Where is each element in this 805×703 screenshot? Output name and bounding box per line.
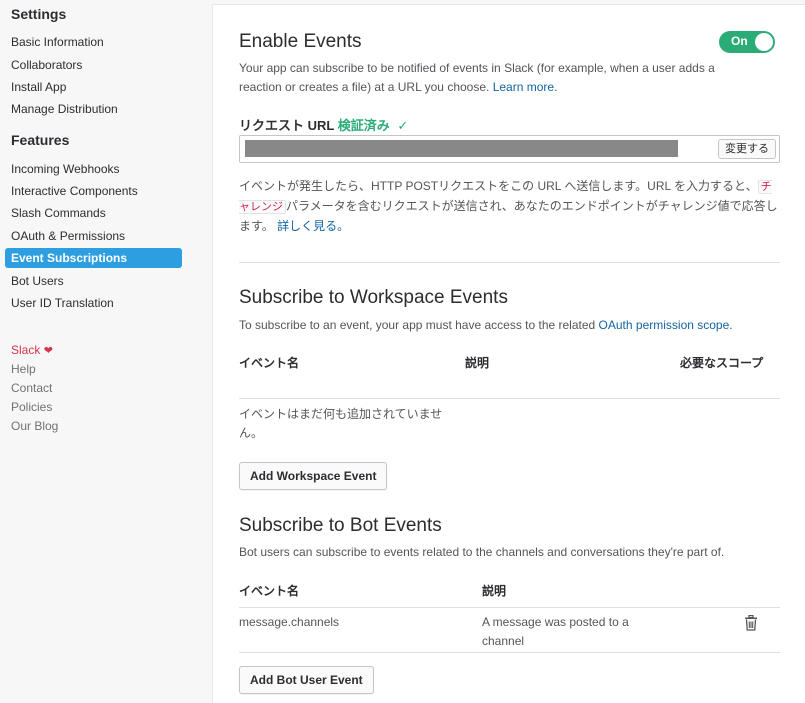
toggle-label: On bbox=[731, 34, 748, 48]
workspace-col-required-scope: 必要なスコープ bbox=[680, 356, 764, 370]
bot-col-event-name: イベント名 bbox=[239, 584, 300, 598]
check-icon: ✓ bbox=[397, 118, 409, 133]
sidebar-item-bot-users[interactable]: Bot Users bbox=[5, 271, 182, 291]
workspace-events-title: Subscribe to Workspace Events bbox=[239, 287, 508, 308]
sidebar-item-interactive-components[interactable]: Interactive Components bbox=[5, 181, 182, 201]
workspace-events-empty-message: イベントはまだ何も追加されていません。 bbox=[239, 407, 443, 440]
footer-link-policies[interactable]: Policies bbox=[11, 400, 52, 414]
request-url-label-text: リクエスト URL bbox=[239, 118, 335, 133]
bot-events-title: Subscribe to Bot Events bbox=[239, 515, 442, 536]
sidebar-item-user-id-translation[interactable]: User ID Translation bbox=[5, 293, 182, 313]
bot-col-description: 説明 bbox=[482, 584, 507, 598]
sidebar-item-manage-distribution[interactable]: Manage Distribution bbox=[5, 99, 182, 119]
enable-events-description: Your app can subscribe to be notified of… bbox=[239, 59, 759, 97]
bot-event-description: A message was posted to a channel bbox=[482, 615, 629, 648]
workspace-events-description: To subscribe to an event, your app must … bbox=[239, 316, 779, 335]
add-bot-user-event-button[interactable]: Add Bot User Event bbox=[239, 666, 374, 694]
enable-events-toggle[interactable]: On bbox=[719, 31, 775, 53]
workspace-col-description: 説明 bbox=[465, 356, 490, 370]
add-workspace-event-button[interactable]: Add Workspace Event bbox=[239, 462, 388, 490]
section-divider bbox=[239, 262, 780, 263]
sidebar-item-incoming-webhooks[interactable]: Incoming Webhooks bbox=[5, 159, 182, 179]
oauth-scope-link[interactable]: OAuth permission scope bbox=[599, 318, 730, 332]
request-url-help: イベントが発生したら、HTTP POSTリクエストをこの URL へ送信します。… bbox=[239, 177, 779, 236]
details-link[interactable]: 詳しく見る。 bbox=[277, 219, 349, 233]
heart-icon: ❤ bbox=[43, 345, 53, 357]
footer-link-slack-label: Slack bbox=[11, 343, 41, 357]
main-panel: Enable Events On Your app can subscribe … bbox=[212, 4, 805, 703]
sidebar-item-slash-commands[interactable]: Slash Commands bbox=[5, 203, 182, 223]
workspace-col-event-name: イベント名 bbox=[239, 356, 300, 370]
footer-link-help[interactable]: Help bbox=[11, 362, 36, 376]
enable-events-title: Enable Events bbox=[239, 31, 362, 52]
sidebar-item-oauth-permissions[interactable]: OAuth & Permissions bbox=[5, 226, 182, 246]
request-url-help-part1: イベントが発生したら、HTTP POSTリクエストをこの URL へ送信します。… bbox=[239, 179, 758, 193]
sidebar: Settings Basic Information Collaborators… bbox=[0, 0, 212, 703]
learn-more-link[interactable]: Learn more. bbox=[493, 80, 558, 94]
trash-icon[interactable] bbox=[744, 614, 758, 631]
features-heading: Features bbox=[11, 132, 70, 148]
request-url-field[interactable]: 変更する bbox=[239, 135, 780, 163]
bot-event-name-link[interactable]: message.channels bbox=[239, 613, 339, 632]
workspace-events-description-text: To subscribe to an event, your app must … bbox=[239, 318, 596, 332]
footer-link-contact[interactable]: Contact bbox=[11, 381, 52, 395]
footer-link-our-blog[interactable]: Our Blog bbox=[11, 419, 58, 433]
bot-events-description: Bot users can subscribe to events relate… bbox=[239, 545, 725, 559]
verified-status: 検証済み bbox=[337, 118, 390, 133]
change-url-button[interactable]: 変更する bbox=[718, 139, 776, 159]
workspace-table-divider bbox=[239, 398, 780, 399]
toggle-knob bbox=[755, 33, 773, 51]
bot-table-divider bbox=[239, 607, 780, 608]
sidebar-item-basic-information[interactable]: Basic Information bbox=[5, 32, 182, 52]
redacted-url bbox=[245, 140, 678, 157]
sidebar-item-collaborators[interactable]: Collaborators bbox=[5, 55, 182, 75]
footer-link-slack[interactable]: Slack ❤ bbox=[11, 343, 53, 357]
sidebar-item-install-app[interactable]: Install App bbox=[5, 77, 182, 97]
sidebar-item-event-subscriptions[interactable]: Event Subscriptions bbox=[5, 248, 182, 268]
enable-events-description-text: Your app can subscribe to be notified of… bbox=[239, 61, 715, 94]
workspace-events-description-end: . bbox=[729, 318, 733, 332]
bot-row-divider bbox=[239, 652, 780, 653]
settings-heading: Settings bbox=[11, 6, 67, 22]
request-url-label: リクエスト URL 検証済み ✓ bbox=[239, 115, 408, 134]
